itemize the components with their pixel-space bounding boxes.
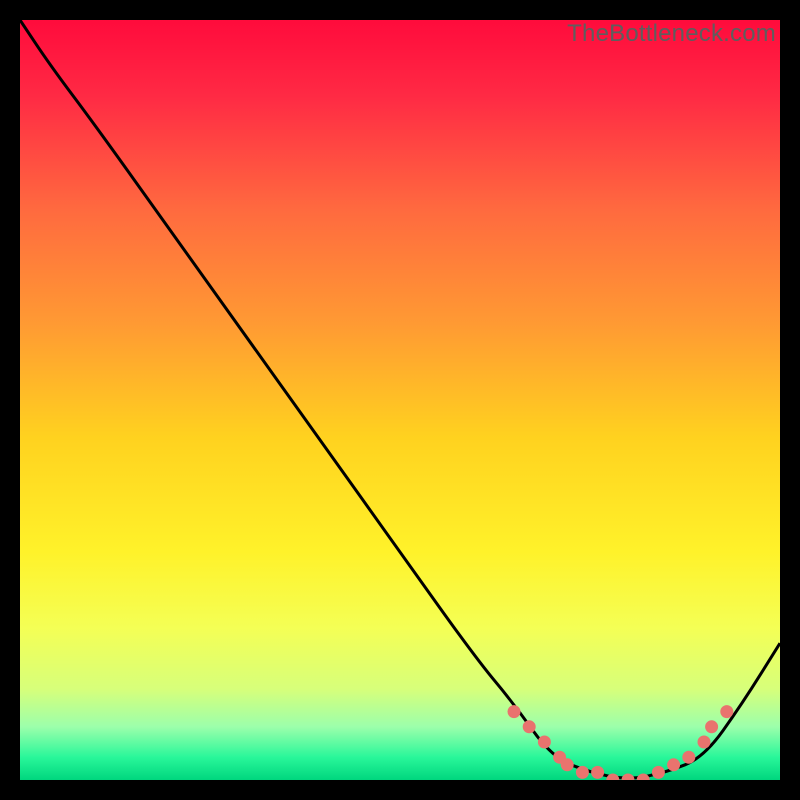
basin-dot <box>508 705 521 718</box>
chart-frame: TheBottleneck.com <box>20 20 780 780</box>
basin-dot <box>561 758 574 771</box>
watermark-text: TheBottleneck.com <box>567 20 776 48</box>
basin-dot <box>576 766 589 779</box>
basin-dot <box>652 766 665 779</box>
gradient-background <box>20 20 780 780</box>
basin-dot <box>523 720 536 733</box>
basin-dot <box>682 751 695 764</box>
basin-dot <box>667 758 680 771</box>
chart-svg <box>20 20 780 780</box>
basin-dot <box>698 736 711 749</box>
basin-dot <box>538 736 551 749</box>
basin-dot <box>591 766 604 779</box>
basin-dot <box>720 705 733 718</box>
basin-dot <box>705 720 718 733</box>
